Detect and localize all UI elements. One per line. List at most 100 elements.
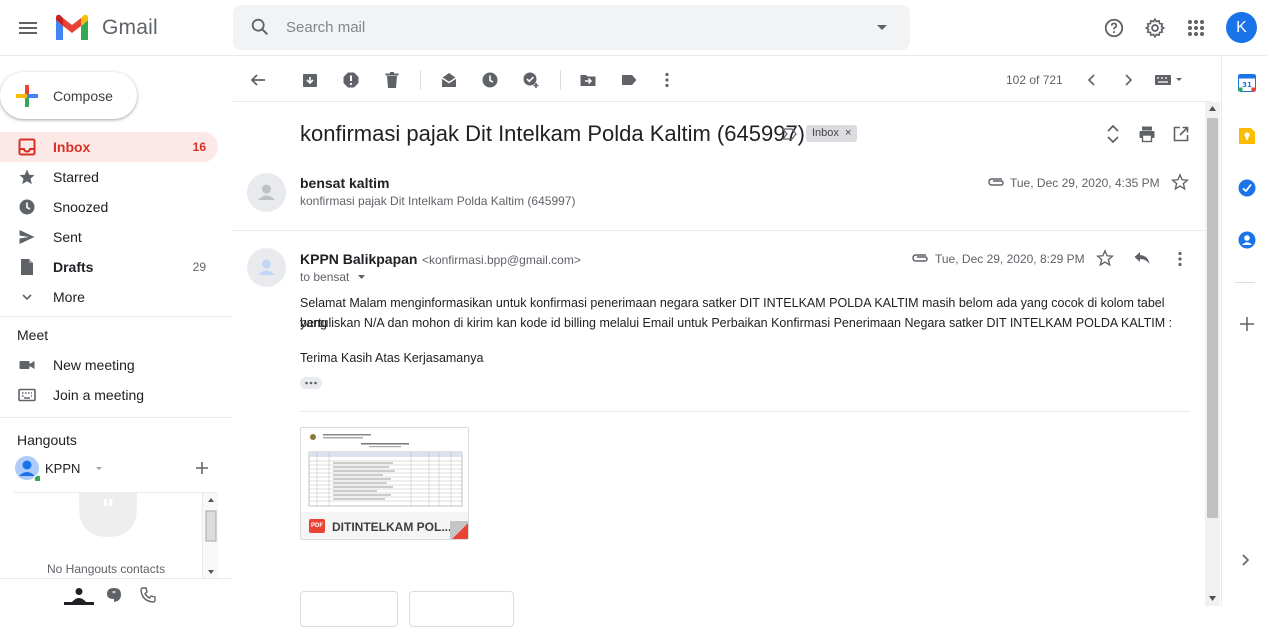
message-more-options-icon[interactable]	[1171, 250, 1189, 268]
support-icon[interactable]	[1098, 12, 1130, 44]
settings-gear-icon[interactable]	[1139, 12, 1171, 44]
calendar-icon[interactable]: 31	[1238, 74, 1256, 92]
sidebar-item-sent[interactable]: Sent	[0, 222, 218, 252]
archive-icon[interactable]	[298, 68, 322, 92]
input-tools-keyboard-icon[interactable]	[1154, 68, 1186, 92]
newer-chevron-left-icon[interactable]	[1080, 68, 1104, 92]
message-divider	[233, 230, 1211, 231]
pdf-attachment-card[interactable]: PDF DITINTELKAM POL...	[300, 427, 469, 540]
search-input[interactable]: Search mail	[286, 19, 365, 36]
sender-name[interactable]: bensat kaltim	[300, 175, 389, 191]
remove-label-x-icon[interactable]: ×	[845, 127, 851, 139]
message-date: Tue, Dec 29, 2020, 4:35 PM	[1010, 176, 1160, 190]
sender-line: KPPN Balikpapan <konfirmasi.bpp@gmail.co…	[300, 251, 581, 269]
scroll-down-arrow-icon[interactable]	[1209, 596, 1216, 601]
meet-section-title: Meet	[17, 327, 49, 343]
add-to-tasks-icon[interactable]	[519, 68, 543, 92]
back-arrow-icon[interactable]	[246, 68, 270, 92]
hangouts-user-name[interactable]: KPPN	[45, 461, 80, 476]
sidebar-item-snoozed[interactable]: Snoozed	[0, 192, 218, 222]
print-icon[interactable]	[1138, 125, 1156, 143]
attachment-name-bar: PDF DITINTELKAM POL...	[301, 512, 468, 539]
show-trimmed-content-button[interactable]	[300, 377, 322, 389]
reply-arrow-icon[interactable]	[1133, 250, 1151, 266]
message-date: Tue, Dec 29, 2020, 8:29 PM	[935, 252, 1085, 266]
older-chevron-right-icon[interactable]	[1116, 68, 1140, 92]
app-header: Gmail Search mail K	[0, 0, 1267, 56]
search-options-icon[interactable]	[874, 19, 890, 35]
recipient-line[interactable]: to bensat	[300, 270, 366, 284]
sidebar-item-label: More	[53, 289, 85, 305]
sidebar-item-starred[interactable]: Starred	[0, 162, 218, 192]
drafts-count: 29	[192, 260, 206, 274]
sidebar-item-label: Snoozed	[53, 199, 109, 215]
meet-new-meeting[interactable]: New meeting	[0, 350, 218, 380]
sidebar-item-inbox[interactable]: Inbox 16	[0, 132, 218, 162]
meet-join-meeting[interactable]: Join a meeting	[0, 380, 218, 410]
phone-icon[interactable]	[140, 587, 156, 603]
chevron-down-icon	[18, 288, 36, 306]
search-icon[interactable]	[249, 16, 271, 38]
gmail-logo-icon[interactable]	[54, 14, 90, 42]
no-contacts-message: No Hangouts contacts	[47, 562, 166, 576]
hangouts-section-title: Hangouts	[17, 432, 77, 448]
attachment-paperclip-icon	[911, 252, 929, 264]
scrollbar-thumb[interactable]	[1207, 118, 1218, 518]
forward-button[interactable]	[409, 591, 514, 627]
snooze-clock-icon[interactable]	[478, 68, 502, 92]
reply-button[interactable]	[300, 591, 398, 627]
label-tag-icon[interactable]	[617, 68, 641, 92]
trash-icon[interactable]	[380, 68, 404, 92]
attachment-file-name: DITINTELKAM POL...	[332, 520, 452, 534]
sender-avatar[interactable]	[247, 248, 286, 287]
show-side-panel-chevron-icon[interactable]	[1241, 553, 1251, 567]
attachment-preview-thumbnail	[301, 428, 468, 512]
sidebar-item-drafts[interactable]: Drafts 29	[0, 252, 218, 282]
star-outline-icon[interactable]	[1171, 173, 1189, 191]
hangouts-user-avatar[interactable]	[14, 455, 40, 481]
side-panel-rail: 31	[1221, 56, 1267, 606]
move-to-folder-icon[interactable]	[576, 68, 600, 92]
sender-name[interactable]: KPPN Balikpapan	[300, 251, 417, 267]
open-in-new-window-icon[interactable]	[1172, 125, 1190, 143]
star-outline-icon[interactable]	[1096, 249, 1114, 267]
tasks-icon[interactable]	[1238, 179, 1256, 197]
hangouts-chat-icon[interactable]: "	[106, 587, 122, 603]
more-options-vertical-icon[interactable]	[655, 68, 679, 92]
thread-scrollbar[interactable]	[1205, 102, 1220, 606]
meet-item-label: Join a meeting	[53, 387, 145, 403]
hangouts-footer-divider	[0, 578, 232, 579]
apps-grid-icon[interactable]	[1180, 12, 1212, 44]
message-snippet[interactable]: konfirmasi pajak Dit Intelkam Polda Kalt…	[300, 194, 575, 208]
hangouts-scrollbar[interactable]	[202, 493, 218, 579]
contacts-icon[interactable]	[1238, 231, 1256, 249]
scroll-up-arrow-icon[interactable]	[1209, 106, 1216, 111]
mark-unread-icon[interactable]	[437, 68, 461, 92]
search-bar[interactable]: Search mail	[233, 5, 910, 50]
report-spam-icon[interactable]	[339, 68, 363, 92]
sidebar-item-label: Drafts	[53, 259, 94, 275]
inbox-label-chip[interactable]: Inbox ×	[806, 125, 858, 142]
rail-divider	[1235, 282, 1255, 283]
importance-marker-icon[interactable]	[782, 127, 798, 141]
label-chip-text: Inbox	[812, 127, 839, 139]
show-details-caret-icon[interactable]	[357, 273, 366, 281]
pdf-corner-fold-icon	[450, 521, 468, 539]
svg-text:": "	[101, 495, 115, 525]
sender-avatar[interactable]	[247, 173, 286, 212]
keep-notes-icon[interactable]	[1238, 127, 1256, 145]
clock-icon	[18, 198, 36, 216]
svg-text:": "	[112, 590, 116, 599]
pagination-count: 102 of 721	[1006, 73, 1063, 87]
add-hangout-plus-icon[interactable]	[194, 460, 210, 476]
sidebar-item-more[interactable]: More	[0, 282, 218, 312]
main-menu-icon[interactable]	[16, 16, 40, 40]
get-addons-plus-icon[interactable]	[1239, 316, 1255, 332]
keyboard-icon	[18, 386, 36, 404]
compose-button[interactable]: Compose	[0, 72, 137, 119]
hangouts-status-dropdown-icon[interactable]	[94, 463, 104, 473]
expand-all-icon[interactable]	[1104, 124, 1122, 144]
sender-email[interactable]: <konfirmasi.bpp@gmail.com>	[422, 253, 581, 267]
account-avatar[interactable]: K	[1226, 12, 1257, 43]
app-brand-name[interactable]: Gmail	[102, 16, 158, 40]
